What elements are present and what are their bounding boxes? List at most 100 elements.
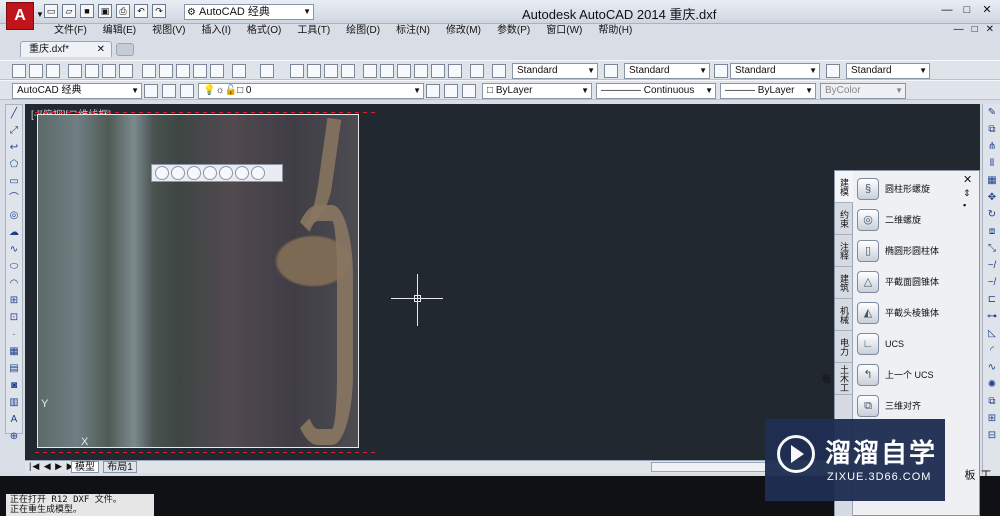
layer-properties-icon[interactable] [162, 84, 176, 98]
layer-isolate-icon[interactable] [462, 84, 476, 98]
maximize-button[interactable]: □ [958, 2, 976, 18]
ellipse-icon[interactable]: ⬭ [7, 260, 21, 274]
palette-options-icon[interactable]: ⇕ ▪ [963, 187, 971, 211]
sheet-set-icon[interactable] [414, 64, 428, 78]
publish-icon[interactable] [102, 64, 116, 78]
array-icon[interactable]: ▦ [985, 174, 999, 188]
walk-icon[interactable] [251, 166, 265, 180]
fillet-icon[interactable]: ◜ [985, 344, 999, 358]
open-file-icon[interactable]: ▱ [62, 4, 76, 18]
trim-icon[interactable]: −/ [985, 259, 999, 273]
zoom-previous-icon[interactable] [341, 64, 355, 78]
layer-dropdown[interactable]: 💡☼🔓□ 0 ▼ [198, 83, 424, 99]
linetype-dropdown[interactable]: ———— Continuous ▼ [596, 83, 716, 99]
tab-model[interactable]: 模型 [71, 461, 99, 473]
doc-minimize-button[interactable]: — [954, 24, 964, 35]
tab-constraints[interactable]: 约束 [835, 203, 853, 235]
menu-file[interactable]: 文件(F) [46, 24, 95, 38]
minimize-button[interactable]: — [938, 2, 956, 18]
multileader-style-icon[interactable] [826, 64, 840, 78]
menu-dimension[interactable]: 标注(N) [388, 24, 438, 38]
construction-line-icon[interactable]: ⤢ [7, 124, 21, 138]
menu-modify[interactable]: 修改(M) [438, 24, 489, 38]
join-icon[interactable]: ⊶ [985, 310, 999, 324]
tab-modeling[interactable]: 建模 [835, 171, 853, 203]
menu-help[interactable]: 帮助(H) [590, 24, 640, 38]
calculator-icon[interactable] [448, 64, 462, 78]
palette-tool-ucs[interactable]: ∟ UCS [857, 328, 957, 359]
horizontal-scrollbar[interactable] [651, 462, 781, 472]
chamfer-icon[interactable]: ◺ [985, 327, 999, 341]
close-icon[interactable]: ✕ [97, 42, 105, 57]
gradient-icon[interactable]: ▤ [7, 362, 21, 376]
zoom-realtime-icon[interactable] [307, 64, 321, 78]
workspace-settings-icon[interactable] [144, 84, 158, 98]
menu-draw[interactable]: 绘图(D) [338, 24, 388, 38]
save-icon[interactable] [46, 64, 60, 78]
help-icon[interactable] [470, 64, 484, 78]
menu-insert[interactable]: 插入(I) [193, 24, 238, 38]
design-center-icon[interactable] [380, 64, 394, 78]
application-menu-button[interactable]: A [6, 2, 34, 30]
polyline-icon[interactable]: ↩ [7, 141, 21, 155]
region-icon[interactable]: ◙ [7, 379, 21, 393]
swivel-icon[interactable] [235, 166, 249, 180]
lineweight-dropdown[interactable]: ——— ByLayer ▼ [720, 83, 816, 99]
redo-icon[interactable] [260, 64, 274, 78]
add-selected-icon[interactable]: ⊕ [7, 430, 21, 444]
copy-icon[interactable] [159, 64, 173, 78]
make-block-icon[interactable]: ⊡ [7, 311, 21, 325]
move-icon[interactable]: ✥ [985, 191, 999, 205]
properties-icon[interactable] [363, 64, 377, 78]
offset-icon[interactable]: ⫴ [985, 157, 999, 171]
zoom-window-icon[interactable] [324, 64, 338, 78]
undo-icon[interactable] [232, 64, 246, 78]
break-icon[interactable]: ⊏ [985, 293, 999, 307]
make-current-layer-icon[interactable] [426, 84, 440, 98]
table-icon[interactable]: ▥ [7, 396, 21, 410]
block-editor-icon[interactable] [210, 64, 224, 78]
orbit-icon[interactable] [171, 166, 185, 180]
copy-object-icon[interactable]: ⧉ [985, 123, 999, 137]
markup-icon[interactable] [431, 64, 445, 78]
text-style-icon[interactable] [492, 64, 506, 78]
menu-parametric[interactable]: 参数(P) [489, 24, 538, 38]
rectangle-icon[interactable]: ▭ [7, 175, 21, 189]
dim-style-dropdown[interactable]: Standard ▼ [624, 63, 710, 79]
mirror-icon[interactable]: ⋔ [985, 140, 999, 154]
hatch-icon[interactable]: ▦ [7, 345, 21, 359]
tab-electrical[interactable]: 电力 [835, 331, 853, 363]
layer-states-icon[interactable] [180, 84, 194, 98]
explode-icon[interactable]: ✺ [985, 378, 999, 392]
scale-icon[interactable]: ⧈ [985, 225, 999, 239]
close-button[interactable]: ✕ [978, 2, 996, 18]
arc-icon[interactable]: ⌒ [7, 192, 21, 206]
tile-icon[interactable]: ⊞ [985, 412, 999, 426]
doc-close-button[interactable]: ✕ [986, 24, 994, 35]
chevron-down-icon[interactable]: ▼ [36, 10, 44, 19]
palette-tool-ucs-previous[interactable]: ↰ 上一个 UCS [857, 359, 957, 390]
tab-mechanical[interactable]: 机械 [835, 299, 853, 331]
adjust-distance-icon[interactable] [219, 166, 233, 180]
copy-stack-icon[interactable]: ⧉ [985, 395, 999, 409]
text-style-dropdown[interactable]: Standard ▼ [512, 63, 598, 79]
tool-palettes-icon[interactable] [397, 64, 411, 78]
rotate-icon[interactable]: ↻ [985, 208, 999, 222]
workspace-dropdown[interactable]: ⚙ AutoCAD 经典 ▼ [184, 4, 314, 20]
new-file-icon[interactable]: ▭ [44, 4, 58, 18]
redo-icon[interactable]: ↷ [152, 4, 166, 18]
extend-icon[interactable]: −/ [985, 276, 999, 290]
plot-preview-icon[interactable] [85, 64, 99, 78]
new-icon[interactable] [12, 64, 26, 78]
revision-cloud-icon[interactable]: ☁ [7, 226, 21, 240]
view-cube-icon[interactable] [155, 166, 169, 180]
pan-icon[interactable] [290, 64, 304, 78]
menu-view[interactable]: 视图(V) [144, 24, 193, 38]
palette-tool-frustum-pyramid[interactable]: ◭ 平截头棱锥体 [857, 297, 957, 328]
color-dropdown[interactable]: □ ByLayer ▼ [482, 83, 592, 99]
save-as-icon[interactable]: ▣ [98, 4, 112, 18]
palette-tool-3d-align[interactable]: ⧉ 三维对齐 [857, 390, 957, 421]
save-icon[interactable]: ■ [80, 4, 94, 18]
palette-tool-spiral[interactable]: ◎ 二维螺旋 [857, 204, 957, 235]
erase-icon[interactable]: ✎ [985, 106, 999, 120]
